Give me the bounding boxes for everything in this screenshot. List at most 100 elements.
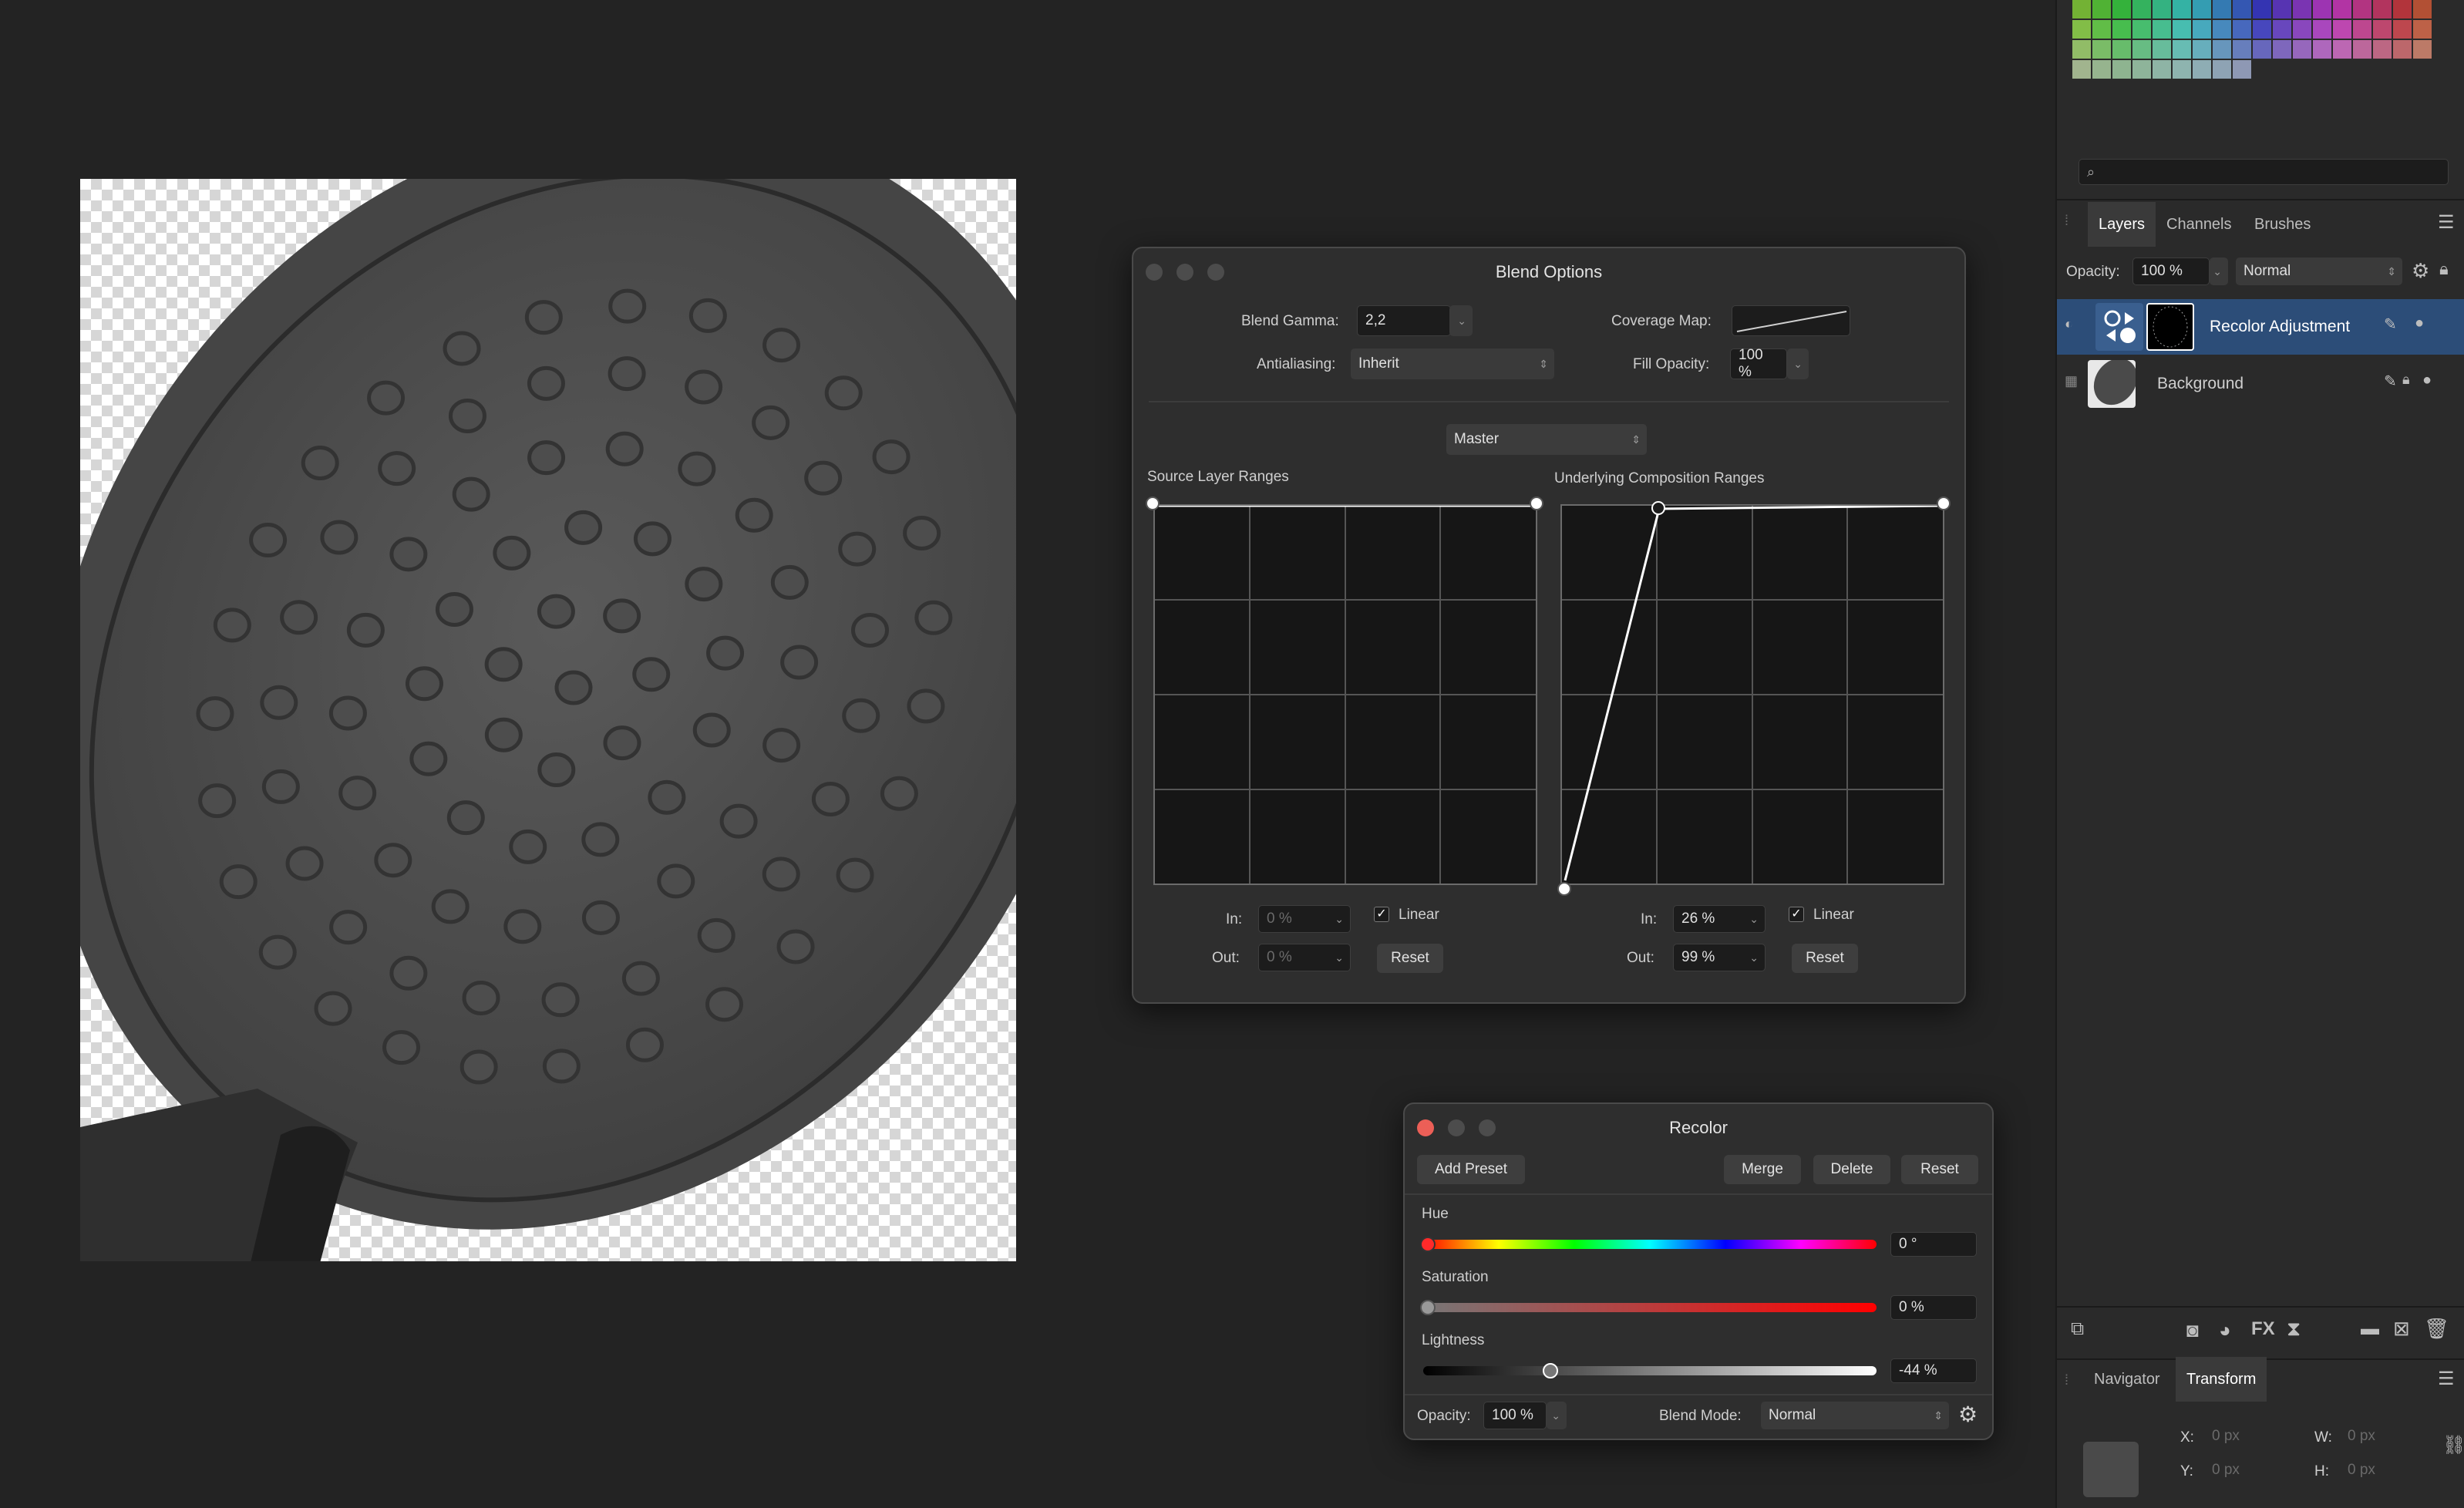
color-swatch[interactable] [2373,0,2392,19]
color-swatch[interactable] [2132,40,2151,59]
link-icon[interactable]: ⛓︎ [2442,1434,2464,1456]
tab-navigator[interactable]: Navigator [2083,1357,2171,1402]
reset-button[interactable]: Reset [1901,1155,1978,1184]
color-swatch[interactable] [2173,60,2191,79]
color-swatch[interactable] [2313,40,2331,59]
live-filter-icon[interactable]: ⧗ [2287,1317,2301,1341]
color-swatch[interactable] [2213,60,2231,79]
layer-visible-dot-icon[interactable]: ● [2422,372,2432,389]
panel-menu-icon[interactable]: ☰ [2438,211,2455,234]
saturation-field[interactable]: 0 % [1890,1295,1977,1320]
hue-slider[interactable] [1423,1240,1877,1249]
underlying-reset-button[interactable]: Reset [1792,944,1858,973]
color-swatch[interactable] [2353,40,2371,59]
hue-field[interactable]: 0 ° [1890,1232,1977,1257]
color-swatch[interactable] [2253,40,2271,59]
color-swatch[interactable] [2293,20,2311,39]
color-swatch[interactable] [2213,40,2231,59]
color-swatch[interactable] [2333,0,2351,19]
color-swatch[interactable] [2193,20,2211,39]
swatch-search-input[interactable]: ⌕ [2079,159,2449,185]
color-swatch[interactable] [2112,40,2131,59]
color-swatch[interactable] [2413,20,2432,39]
color-swatch[interactable] [2293,40,2311,59]
drag-handle-icon[interactable]: ⁞ [2065,1372,2068,1389]
underlying-out-field[interactable]: 99 % ⌄ [1673,944,1766,971]
color-swatch[interactable] [2413,0,2432,19]
color-swatch[interactable] [2253,20,2271,39]
fill-opacity-field[interactable]: 100 % [1730,347,1787,380]
source-in-field[interactable]: 0 % ⌄ [1258,905,1351,933]
color-swatch[interactable] [2373,20,2392,39]
underlying-in-field[interactable]: 26 % ⌄ [1673,905,1766,933]
document-canvas[interactable] [80,179,1016,1261]
blend-gamma-field[interactable]: 2,2 [1357,305,1451,336]
color-swatch[interactable] [2092,20,2111,39]
saturation-slider-knob[interactable] [1420,1300,1436,1315]
color-swatch[interactable] [2112,60,2131,79]
lightness-slider[interactable] [1423,1366,1877,1375]
underlying-curve-handle-bottom[interactable] [1557,882,1571,896]
color-swatch[interactable] [2072,0,2091,19]
color-swatch[interactable] [2413,40,2432,59]
color-swatch[interactable] [2373,40,2392,59]
tab-transform[interactable]: Transform [2176,1357,2267,1402]
underlying-curve-handle-right[interactable] [1937,496,1951,510]
color-swatch[interactable] [2153,0,2171,19]
color-swatch[interactable] [2153,20,2171,39]
color-swatch[interactable] [2173,0,2191,19]
layer-opacity-dropdown[interactable]: ⌄ [2210,258,2228,285]
layer-stack-icon[interactable]: ⧉ [2071,1318,2084,1340]
source-curve-handle-left[interactable] [1146,496,1160,510]
hue-slider-knob[interactable] [1420,1237,1436,1252]
lock-icon[interactable]: 🔒︎ [2402,372,2410,388]
color-swatch[interactable] [2132,0,2151,19]
gear-icon[interactable]: ⚙ [1958,1402,1978,1427]
color-swatch[interactable] [2233,60,2251,79]
color-swatch[interactable] [2353,20,2371,39]
layer-visible-dot-icon[interactable]: ● [2415,315,2424,332]
folder-icon[interactable]: ▬ [2361,1318,2379,1340]
drag-handle-icon[interactable]: ⁞ [2065,213,2068,229]
color-swatch[interactable] [2072,60,2091,79]
tab-brushes[interactable]: Brushes [2244,202,2321,247]
source-reset-button[interactable]: Reset [1377,944,1443,973]
layer-blend-mode-select[interactable]: Normal ⇕ [2236,258,2402,285]
source-out-field[interactable]: 0 % ⌄ [1258,944,1351,971]
color-swatch[interactable] [2233,20,2251,39]
fill-opacity-dropdown[interactable]: ⌄ [1787,348,1809,379]
add-preset-button[interactable]: Add Preset [1417,1155,1525,1184]
color-swatch[interactable] [2092,60,2111,79]
delete-button[interactable]: Delete [1813,1155,1890,1184]
mask-layer-icon[interactable]: ◙ [2186,1318,2199,1342]
layer-opacity-field[interactable]: 100 % [2132,258,2210,285]
color-swatch[interactable] [2193,40,2211,59]
color-swatch[interactable] [2393,0,2412,19]
visibility-toggle-icon[interactable]: ◐ [2065,316,2073,332]
brush-icon[interactable]: ✎ [2384,315,2397,334]
color-swatch[interactable] [2132,60,2151,79]
color-swatch[interactable] [2072,20,2091,39]
panel-menu-icon[interactable]: ☰ [2438,1368,2455,1390]
color-swatch[interactable] [2153,60,2171,79]
layer-row-recolor-adjustment[interactable]: ◐ Recolor Adjustment ✎ ● [2057,299,2464,355]
color-swatch[interactable] [2273,20,2291,39]
color-swatch[interactable] [2333,40,2351,59]
trash-icon[interactable]: 🗑︎ [2424,1317,2449,1341]
blend-gamma-dropdown[interactable]: ⌄ [1449,305,1473,336]
color-swatch[interactable] [2313,0,2331,19]
source-linear-checkbox[interactable]: ✓ [1374,907,1389,922]
color-swatch[interactable] [2132,20,2151,39]
color-swatch[interactable] [2092,40,2111,59]
color-swatch[interactable] [2112,20,2131,39]
color-swatch[interactable] [2193,60,2211,79]
source-curve-handle-right[interactable] [1530,496,1543,510]
underlying-curve-handle-mid[interactable] [1651,501,1665,515]
saturation-slider[interactable] [1423,1303,1877,1312]
y-field[interactable]: 0 px [2203,1457,2296,1483]
color-swatch[interactable] [2313,20,2331,39]
underlying-linear-checkbox[interactable]: ✓ [1789,907,1804,922]
adjustment-icon[interactable]: ◕ [2219,1318,2231,1342]
coverage-map-button[interactable] [1732,305,1850,336]
color-swatch[interactable] [2273,40,2291,59]
